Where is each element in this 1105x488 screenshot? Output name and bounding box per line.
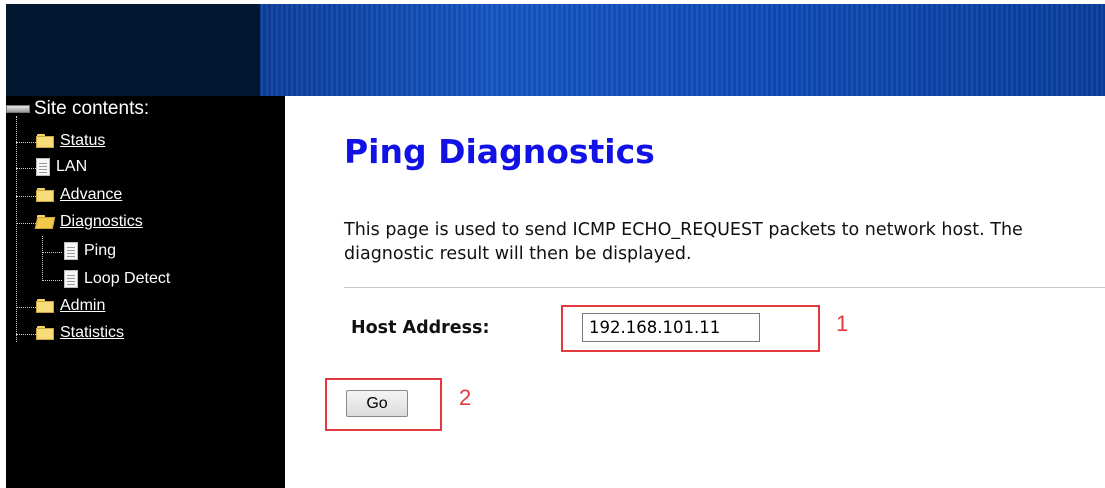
annotation-box-1 bbox=[561, 305, 820, 352]
sidebar-item-label[interactable]: Admin bbox=[60, 297, 105, 315]
annotation-number-2: 2 bbox=[459, 385, 472, 410]
sidebar-item-label[interactable]: Status bbox=[60, 132, 105, 150]
tree-line bbox=[16, 168, 36, 169]
sidebar-item-label[interactable]: Ping bbox=[84, 242, 116, 260]
page-title: Ping Diagnostics bbox=[344, 132, 655, 171]
annotation-number-1: 1 bbox=[836, 311, 849, 336]
document-icon bbox=[64, 270, 78, 288]
document-icon bbox=[36, 158, 50, 176]
sidebar-item-label[interactable]: Loop Detect bbox=[84, 270, 170, 288]
tree-line bbox=[42, 280, 62, 281]
header-logo-area bbox=[6, 4, 260, 96]
site-contents-heading: Site contents: bbox=[6, 98, 149, 120]
sidebar-item-status[interactable]: Status bbox=[36, 130, 105, 152]
tree-line bbox=[42, 252, 62, 253]
tree-line bbox=[16, 142, 36, 143]
host-address-label: Host Address: bbox=[351, 318, 490, 338]
folder-icon bbox=[36, 326, 54, 340]
sidebar-item-advance[interactable]: Advance bbox=[36, 184, 122, 206]
sidebar-item-statistics[interactable]: Statistics bbox=[36, 322, 124, 344]
sidebar-item-loop-detect[interactable]: Loop Detect bbox=[64, 268, 170, 290]
tree-line bbox=[16, 307, 36, 308]
sidebar-item-label[interactable]: Diagnostics bbox=[60, 213, 143, 231]
sidebar-item-label[interactable]: Statistics bbox=[60, 324, 124, 342]
sidebar-item-admin[interactable]: Admin bbox=[36, 295, 105, 317]
drive-icon bbox=[6, 103, 30, 115]
site-contents-sidebar: Site contents: Status LAN Advance Diagno… bbox=[6, 96, 285, 488]
sidebar-item-lan[interactable]: LAN bbox=[36, 156, 87, 178]
tree-line bbox=[16, 196, 36, 197]
folder-icon bbox=[36, 188, 54, 202]
header-banner bbox=[6, 4, 1105, 96]
sidebar-item-diagnostics[interactable]: Diagnostics bbox=[36, 211, 143, 233]
tree-line bbox=[42, 236, 43, 281]
folder-icon bbox=[36, 299, 54, 313]
sidebar-item-ping[interactable]: Ping bbox=[64, 240, 116, 262]
folder-icon bbox=[36, 134, 54, 148]
divider bbox=[344, 287, 1105, 288]
sidebar-item-label[interactable]: LAN bbox=[56, 158, 87, 176]
sidebar-item-label[interactable]: Advance bbox=[60, 186, 122, 204]
tree-line bbox=[16, 334, 36, 335]
page-description: This page is used to send ICMP ECHO_REQU… bbox=[344, 220, 1023, 264]
folder-open-icon bbox=[36, 215, 54, 229]
site-contents-label: Site contents: bbox=[34, 98, 150, 119]
tree-line bbox=[16, 223, 36, 224]
annotation-box-2 bbox=[325, 378, 442, 431]
tree-line bbox=[16, 116, 17, 342]
document-icon bbox=[64, 242, 78, 260]
